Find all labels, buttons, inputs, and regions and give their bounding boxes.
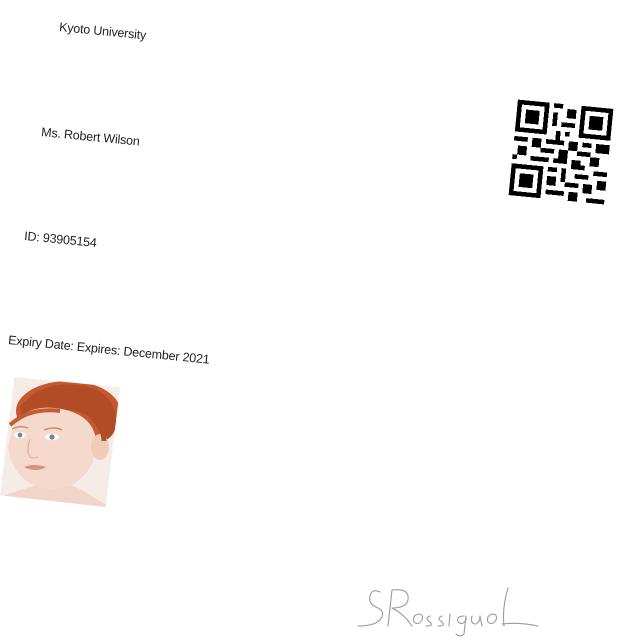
expiry-date: Expiry Date: Expires: December 2021 — [7, 333, 211, 367]
qr-code-icon — [508, 99, 614, 205]
id-card: Kyoto University Ms. Robert Wilson ID: 9… — [0, 0, 640, 640]
holder-name: Ms. Robert Wilson — [40, 125, 141, 149]
id-number: ID: 93905154 — [23, 229, 98, 251]
university-name: Kyoto University — [58, 20, 147, 43]
signature — [352, 582, 542, 640]
holder-photo — [0, 377, 120, 507]
